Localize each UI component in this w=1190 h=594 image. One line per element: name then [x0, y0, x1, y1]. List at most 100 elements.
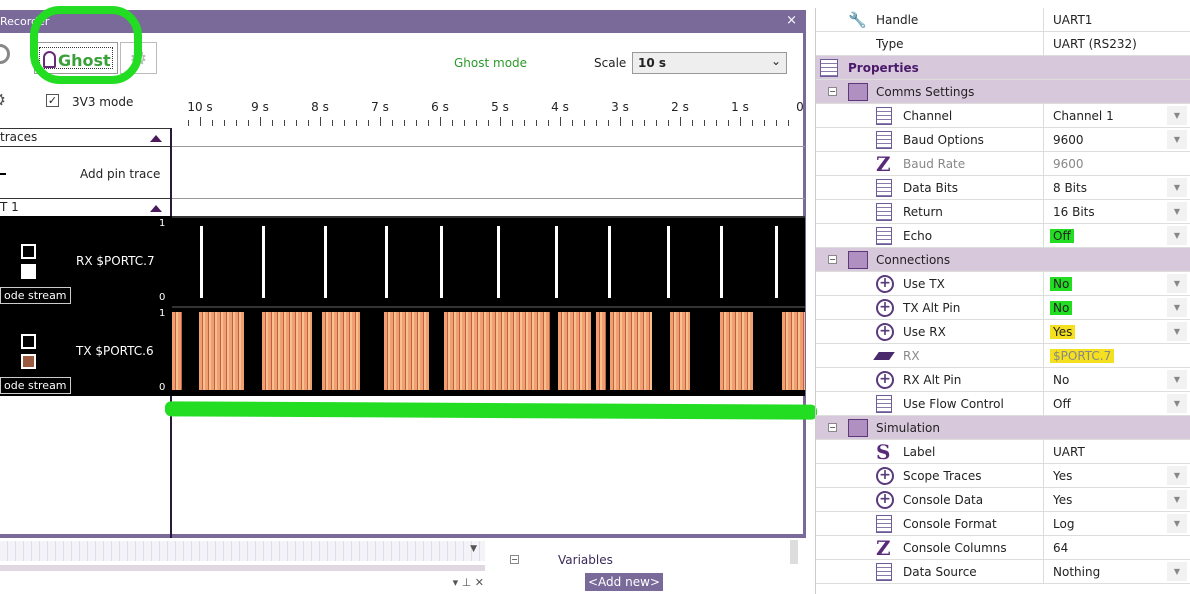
collapse-toggle[interactable]: −	[828, 87, 837, 96]
collapse-toggle[interactable]: −	[828, 423, 837, 432]
plus-icon: +	[876, 275, 894, 293]
time-tick	[500, 117, 501, 126]
property-value[interactable]: Off	[1050, 397, 1074, 411]
scrollbar[interactable]	[790, 540, 798, 564]
property-value[interactable]: No	[1050, 277, 1073, 291]
mode-button[interactable]: ode stream	[0, 377, 71, 394]
uart-section-header[interactable]: T 1	[0, 198, 170, 217]
rx-pulse	[775, 226, 778, 298]
property-value[interactable]: Nothing	[1050, 565, 1103, 579]
color-swatch[interactable]	[21, 264, 36, 279]
time-tick	[284, 120, 285, 126]
property-row-scope-traces[interactable]: + Scope Traces Yes ▼	[816, 464, 1190, 488]
properties-icon	[820, 59, 838, 77]
property-row-properties[interactable]: Properties	[816, 56, 1190, 80]
list-icon	[876, 203, 892, 221]
dropdown-button[interactable]: ▼	[1167, 466, 1187, 485]
property-row-console-columns[interactable]: Z Console Columns 64	[816, 536, 1190, 560]
dropdown-button[interactable]: ▼	[1167, 514, 1187, 533]
dropdown-button[interactable]: ▼	[1167, 370, 1187, 389]
property-name: Connections	[876, 253, 951, 267]
property-value[interactable]: 64	[1050, 541, 1071, 555]
tx-burst	[172, 312, 182, 390]
property-row-return[interactable]: Return 16 Bits ▼	[816, 200, 1190, 224]
record-icon[interactable]	[0, 44, 10, 64]
property-row-data-source[interactable]: Data Source Nothing ▼	[816, 560, 1190, 584]
property-value[interactable]: No	[1050, 301, 1073, 315]
time-tick	[260, 117, 261, 126]
hide-checkbox[interactable]	[21, 334, 36, 349]
tx-burst	[670, 312, 690, 390]
property-value[interactable]: Log	[1050, 517, 1077, 531]
property-row-data-bits[interactable]: Data Bits 8 Bits ▼	[816, 176, 1190, 200]
property-row-console-format[interactable]: Console Format Log ▼	[816, 512, 1190, 536]
dropdown-button[interactable]: ▼	[1167, 394, 1187, 413]
property-row-use-rx[interactable]: + Use RX Yes ▼	[816, 320, 1190, 344]
property-row-baud-rate[interactable]: Z Baud Rate 9600	[816, 152, 1190, 176]
rx-pulse	[200, 226, 203, 298]
dropdown-button[interactable]: ▼	[1167, 274, 1187, 293]
property-value[interactable]: Yes	[1050, 325, 1076, 339]
color-swatch[interactable]	[21, 354, 36, 369]
property-row-rx[interactable]: RX $PORTC.7	[816, 344, 1190, 368]
traces-section-header[interactable]: traces	[0, 128, 170, 147]
time-tick	[560, 117, 561, 126]
property-value[interactable]: 16 Bits	[1050, 205, 1098, 219]
scale-select[interactable]: 10 s ⌄	[632, 52, 787, 74]
property-value[interactable]: UART1	[1050, 13, 1095, 27]
tree-variables[interactable]: Variables	[558, 553, 613, 567]
property-row-comms-settings[interactable]: − Comms Settings	[816, 80, 1190, 104]
property-row-tx-alt-pin[interactable]: + TX Alt Pin No ▼	[816, 296, 1190, 320]
property-value[interactable]: Yes	[1050, 469, 1075, 483]
scale-label: Scale	[594, 56, 627, 70]
property-value[interactable]: Yes	[1050, 493, 1075, 507]
property-row-rx-alt-pin[interactable]: + RX Alt Pin No ▼	[816, 368, 1190, 392]
property-value[interactable]: 9600	[1050, 133, 1087, 147]
rx-trace: RX $PORTC.7 ode stream 1 0	[0, 216, 805, 306]
add-pin-trace-button[interactable]: Add pin trace	[80, 167, 160, 181]
rx-pulse	[262, 226, 265, 298]
dropdown-button[interactable]: ▼	[1167, 226, 1187, 245]
add-new-variable[interactable]: <Add new>	[585, 573, 663, 591]
property-value[interactable]: Channel 1	[1050, 109, 1117, 123]
property-row-simulation[interactable]: − Simulation	[816, 416, 1190, 440]
property-value[interactable]: Off	[1050, 229, 1074, 243]
time-tick	[380, 117, 381, 126]
dropdown-button[interactable]: ▼	[1167, 322, 1187, 341]
tx-burst	[322, 312, 360, 390]
collapse-toggle[interactable]: −	[828, 255, 837, 264]
property-value[interactable]: $PORTC.7	[1050, 349, 1115, 363]
tx-burst	[444, 312, 500, 390]
recorder-window: Recorder × Ghost ⚙ ⚙ Ghost mode Scale 10…	[0, 10, 806, 538]
property-row-channel[interactable]: Channel Channel 1 ▼	[816, 104, 1190, 128]
mode-button[interactable]: ode stream	[0, 287, 71, 304]
property-row-use-flow-control[interactable]: Use Flow Control Off ▼	[816, 392, 1190, 416]
tx-burst	[782, 312, 805, 390]
collapse-icon[interactable]	[150, 135, 162, 142]
property-value[interactable]: 9600	[1050, 157, 1087, 171]
property-row-echo[interactable]: Echo Off ▼	[816, 224, 1190, 248]
dropdown-button[interactable]: ▼	[1167, 298, 1187, 317]
property-value[interactable]: 8 Bits	[1050, 181, 1090, 195]
property-value[interactable]: UART	[1050, 445, 1088, 459]
dropdown-button[interactable]: ▼	[1167, 490, 1187, 509]
dropdown-button[interactable]: ▼	[1167, 130, 1187, 149]
collapse-icon[interactable]	[150, 205, 162, 212]
dropdown-button[interactable]: ▼	[1167, 106, 1187, 125]
dropdown-button[interactable]: ▼	[1167, 562, 1187, 581]
property-row-connections[interactable]: − Connections	[816, 248, 1190, 272]
close-button[interactable]: ×	[786, 13, 797, 28]
property-row-type[interactable]: Type UART (RS232)	[816, 32, 1190, 56]
property-value[interactable]: No	[1050, 373, 1072, 387]
rx-pulse	[324, 226, 327, 298]
property-row-baud-options[interactable]: Baud Options 9600 ▼	[816, 128, 1190, 152]
property-row-label[interactable]: S Label UART	[816, 440, 1190, 464]
hide-checkbox[interactable]	[21, 244, 36, 259]
property-row-use-tx[interactable]: + Use TX No ▼	[816, 272, 1190, 296]
property-row-handle[interactable]: 🔧 Handle UART1	[816, 8, 1190, 32]
property-value[interactable]: UART (RS232)	[1050, 37, 1140, 51]
dropdown-button[interactable]: ▼	[1167, 202, 1187, 221]
property-row-console-data[interactable]: + Console Data Yes ▼	[816, 488, 1190, 512]
dropdown-button[interactable]: ▼	[1167, 178, 1187, 197]
time-tick	[212, 120, 213, 126]
